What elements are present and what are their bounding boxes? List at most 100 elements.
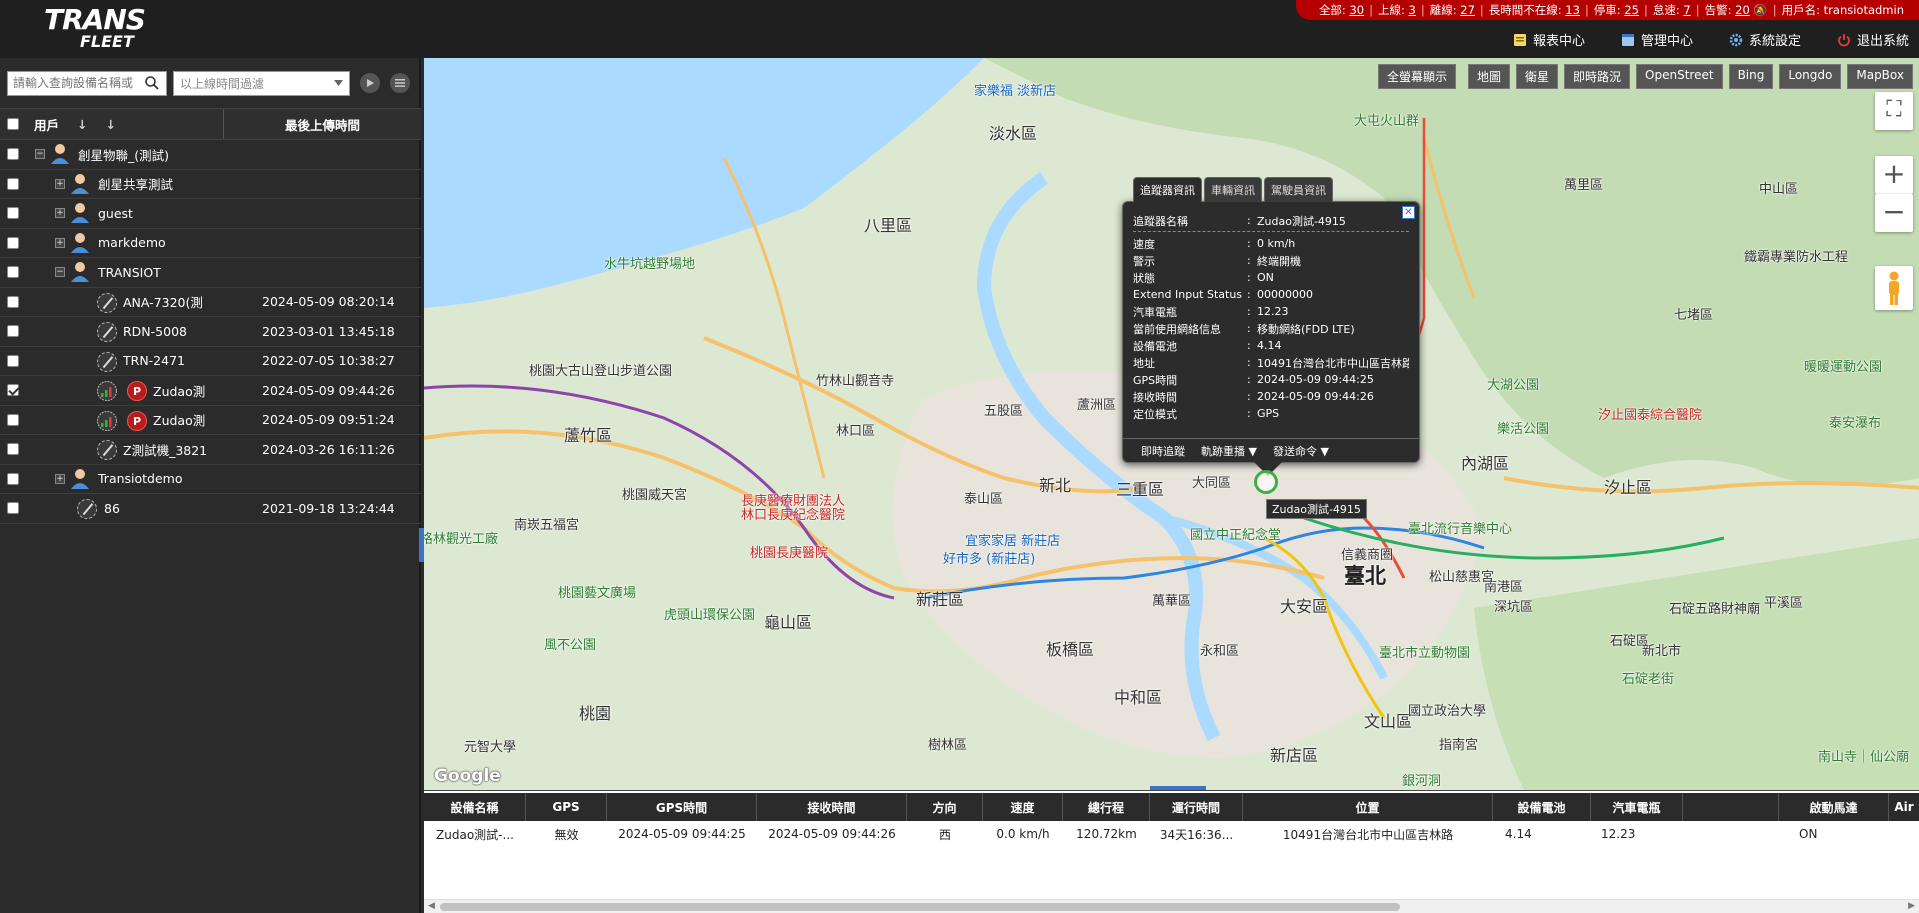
status-stopped[interactable]: 停車: 25 [1589,2,1644,18]
status-online[interactable]: 上線: 3 [1373,2,1421,18]
map-label-poi: 泰安瀑布 [1829,416,1882,431]
collapse-toggle[interactable]: − [35,149,45,159]
col-header[interactable]: 運行時間 [1150,793,1243,821]
select-all-checkbox[interactable] [7,118,19,130]
user-icon [71,232,89,253]
col-header[interactable]: 設備電池 [1493,793,1591,821]
tree-row-device[interactable]: P Zudao測 2024-05-09 09:51:24 [0,406,421,435]
status-alarm[interactable]: 告警: 20 🔕 [1700,2,1773,18]
mute-icon[interactable]: 🔕 [1753,3,1767,17]
col-header[interactable]: 設備名稱 [424,793,526,821]
map-type-bing[interactable]: Bing [1728,64,1774,89]
status-long-absent[interactable]: 長時間不在線: 13 [1484,2,1585,18]
tab-tracker-info[interactable]: 追蹤器資訊 [1133,177,1202,202]
online-time-filter-select[interactable]: 以上線時間過濾 [173,70,350,96]
map-label-park: 大屯火山群 [1354,114,1420,129]
status-speeding[interactable]: 怠速: 7 [1648,2,1696,18]
send-command-dropdown[interactable]: 發送命令 ▼ [1273,443,1329,459]
row-checkbox[interactable] [7,236,19,249]
tree-row-group[interactable]: + 創星共享測試 [0,170,421,199]
col-header[interactable]: 汽車電瓶 [1591,793,1683,821]
col-header[interactable]: 總行程 [1063,793,1150,821]
tab-driver-info[interactable]: 駕駛員資訊 [1264,177,1333,202]
column-user[interactable]: 用戶 ↓ ↓ [0,109,224,139]
street-view-pegman[interactable] [1875,266,1913,310]
vehicle-marker-label: Zudao測試-4915 [1266,499,1367,519]
row-checkbox[interactable] [7,148,19,160]
device-search-input[interactable] [8,71,144,95]
row-checkbox[interactable] [7,502,19,514]
tree-row-group[interactable]: − 創星物聯_(測試) [0,140,421,170]
map-type-longdo[interactable]: Longdo [1779,64,1842,89]
expand-toggle[interactable]: + [55,237,65,248]
col-header[interactable]: GPS [526,793,607,821]
horizontal-scrollbar[interactable]: ◀ ▶ [424,899,1919,913]
report-center-button[interactable]: 報表中心 [1513,30,1585,49]
map-type-traffic[interactable]: 即時路況 [1564,64,1631,89]
expand-toggle[interactable]: + [55,208,65,218]
tree-row-group[interactable]: − TRANSIOT [0,258,421,288]
sort-arrow-icon[interactable]: ↓ [106,117,116,132]
col-header[interactable]: Air [1889,793,1919,821]
tree-row-device[interactable]: ANA-7320(測 2024-05-09 08:20:14 [0,288,421,317]
row-checkbox[interactable] [7,207,19,219]
scroll-left-arrow-icon[interactable]: ◀ [428,901,435,911]
col-header[interactable]: 啟動馬達 [1779,793,1889,821]
col-header[interactable]: 速度 [983,793,1063,821]
col-header[interactable]: 接收時間 [757,793,907,821]
status-all[interactable]: 全部: 30 [1314,2,1369,18]
tree-row-device[interactable]: 86 2021-09-18 13:24:44 [0,494,421,524]
row-checkbox[interactable] [7,384,19,396]
scroll-right-arrow-icon[interactable]: ▶ [1908,901,1915,911]
expand-toggle[interactable]: + [55,473,65,484]
col-header[interactable]: 方向 [907,793,983,821]
tab-vehicle-info[interactable]: 車輛資訊 [1204,177,1262,202]
column-last-upload-time[interactable]: 最後上傳時間 [224,115,421,134]
fullscreen-toggle-button[interactable]: 全螢幕顯示 [1377,64,1456,89]
row-checkbox[interactable] [7,443,19,455]
tree-row-group[interactable]: + guest [0,199,421,229]
tree-row-device[interactable]: RDN-5008 2023-03-01 13:45:18 [0,317,421,347]
collapse-toggle[interactable]: − [55,267,65,277]
map-type-roadmap[interactable]: 地圖 [1468,64,1511,89]
tree-row-group[interactable]: + markdemo [0,229,421,258]
row-checkbox[interactable] [7,295,19,308]
play-button[interactable] [360,73,380,93]
logout-button[interactable]: 退出系統 [1837,30,1909,49]
tree-row-device[interactable]: P Zudao測 2024-05-09 09:44:26 [0,376,421,406]
management-center-button[interactable]: 管理中心 [1621,30,1693,49]
scrollbar-thumb[interactable] [440,903,1400,911]
col-header[interactable]: GPS時間 [607,793,757,821]
row-checkbox[interactable] [7,472,19,485]
tree-row-device[interactable]: TRN-2471 2022-07-05 10:38:27 [0,347,421,376]
tree-row-device[interactable]: Z測試機_3821 2024-03-26 16:11:26 [0,435,421,465]
status-offline[interactable]: 離線: 27 [1425,2,1480,18]
map-type-openstreet[interactable]: OpenStreet [1636,64,1723,89]
map-label-district: 桃園 [579,704,612,723]
expand-toggle[interactable]: + [55,178,65,189]
row-checkbox[interactable] [7,266,19,278]
row-checkbox[interactable] [7,177,19,190]
table-row[interactable]: Zudao測試-... 無效 2024-05-09 09:44:25 2024-… [424,821,1919,847]
map-type-satellite[interactable]: 衛星 [1516,64,1559,89]
map-label-district: 林口區 [836,424,876,439]
search-icon[interactable] [144,75,160,91]
map-label-district: 泰山區 [964,492,1004,507]
tree-row-group[interactable]: + Transiotdemo [0,465,421,494]
zoom-in-button[interactable]: + [1875,156,1913,194]
row-checkbox[interactable] [7,413,19,426]
row-checkbox[interactable] [7,354,19,367]
system-settings-button[interactable]: 系統設定 [1729,30,1801,49]
map-view[interactable]: 淡水區 八里區 蘆竹區 林口區 五股區 蘆洲區 泰山區 新北 三重區 大同區 新… [424,58,1919,790]
col-header[interactable]: 位置 [1243,793,1493,821]
list-view-button[interactable] [390,73,410,93]
track-playback-dropdown[interactable]: 軌跡重播 ▼ [1201,443,1257,459]
zoom-out-button[interactable]: − [1875,194,1913,232]
sort-arrow-icon[interactable]: ↓ [77,117,87,132]
col-header[interactable] [1683,793,1779,821]
fullscreen-button[interactable]: ⛶ [1875,92,1913,130]
row-checkbox[interactable] [7,325,19,337]
realtime-tracking-link[interactable]: 即時追蹤 [1141,443,1185,459]
map-type-mapbox[interactable]: MapBox [1847,64,1913,89]
vehicle-marker-icon[interactable] [1254,470,1278,494]
